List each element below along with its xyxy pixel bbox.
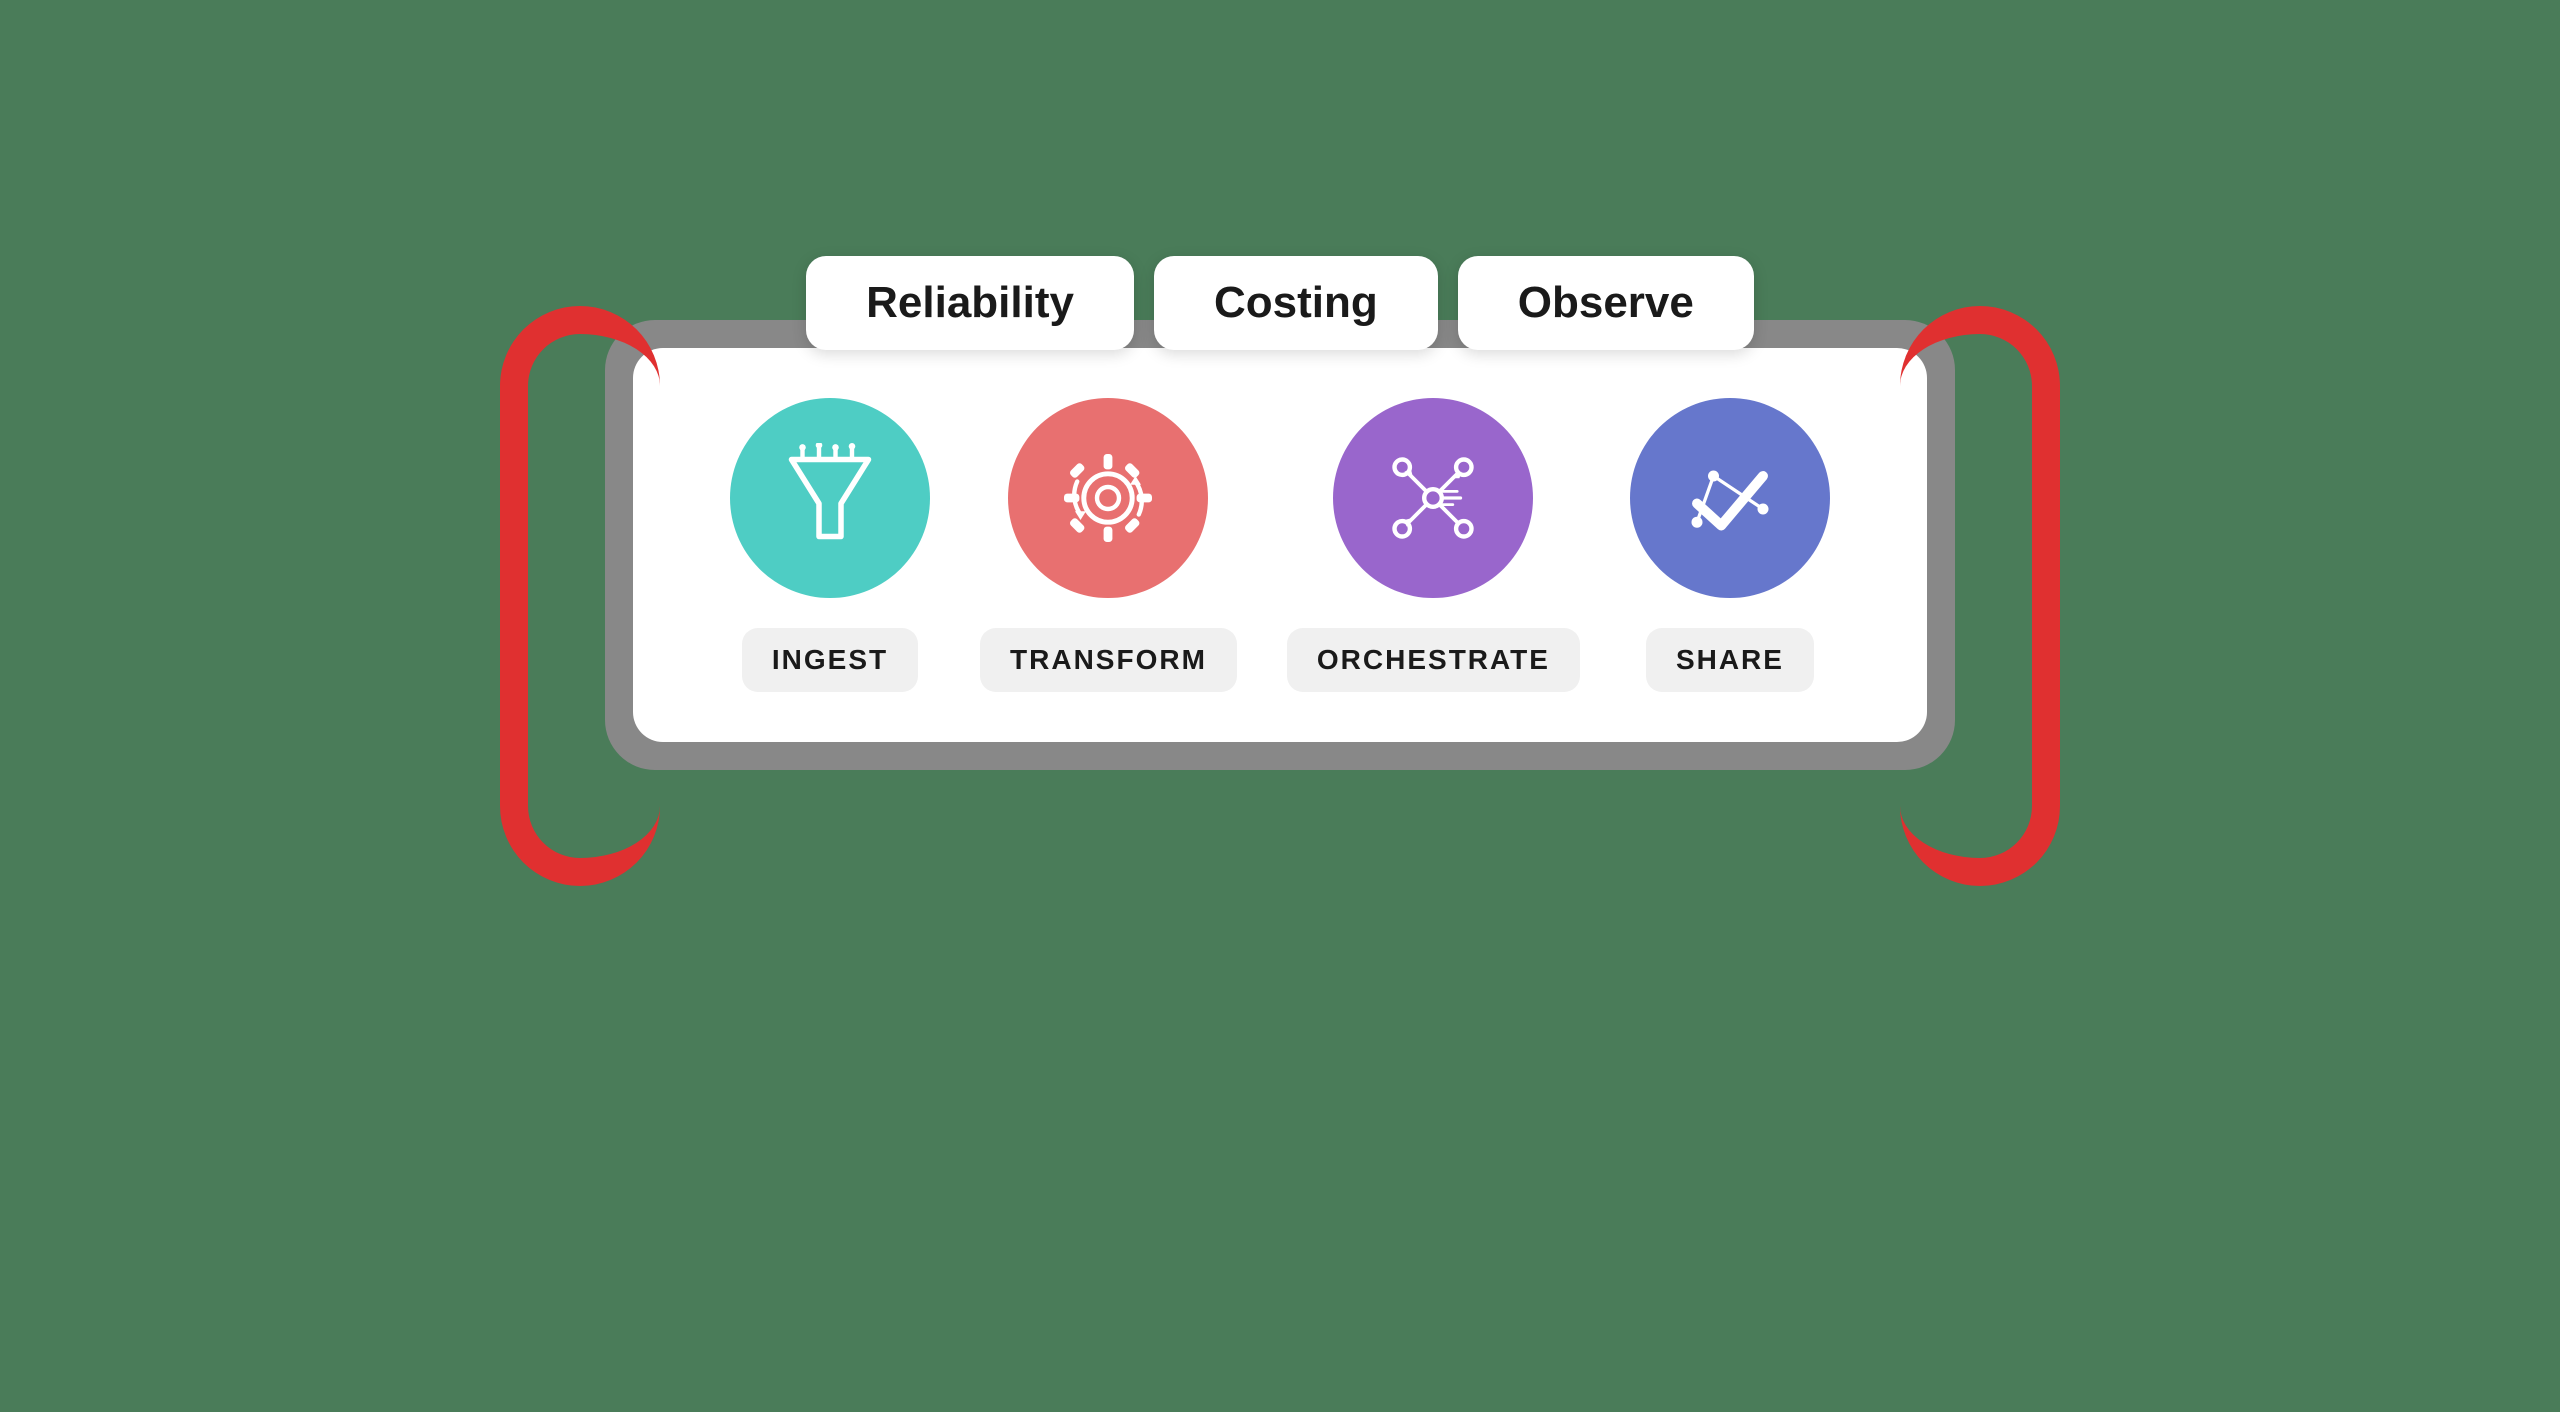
tab-observe[interactable]: Observe bbox=[1458, 256, 1754, 350]
ingest-label: INGEST bbox=[742, 628, 918, 692]
red-arc-right bbox=[1900, 306, 2060, 886]
ingest-circle bbox=[730, 398, 930, 598]
transform-label: TRANSFORM bbox=[980, 628, 1237, 692]
white-inner-panel: INGEST bbox=[633, 348, 1927, 742]
gray-outer-box: INGEST bbox=[605, 320, 1955, 770]
transform-circle bbox=[1008, 398, 1208, 598]
tab-reliability[interactable]: Reliability bbox=[806, 256, 1134, 350]
pipeline-step-orchestrate: ORCHESTRATE bbox=[1287, 398, 1580, 692]
share-label: SHARE bbox=[1646, 628, 1814, 692]
top-tabs: Reliability Costing Observe bbox=[806, 256, 1754, 350]
orchestrate-icon bbox=[1378, 443, 1488, 553]
share-circle bbox=[1630, 398, 1830, 598]
pipeline-step-ingest: INGEST bbox=[730, 398, 930, 692]
share-icon bbox=[1675, 443, 1785, 553]
ingest-icon bbox=[775, 443, 885, 553]
tab-costing[interactable]: Costing bbox=[1154, 256, 1438, 350]
orchestrate-label: ORCHESTRATE bbox=[1287, 628, 1580, 692]
pipeline-step-transform: TRANSFORM bbox=[980, 398, 1237, 692]
diagram-container: Reliability Costing Observe bbox=[580, 256, 1980, 1156]
transform-icon bbox=[1053, 443, 1163, 553]
pipeline-step-share: SHARE bbox=[1630, 398, 1830, 692]
orchestrate-circle bbox=[1333, 398, 1533, 598]
red-arc-left bbox=[500, 306, 660, 886]
